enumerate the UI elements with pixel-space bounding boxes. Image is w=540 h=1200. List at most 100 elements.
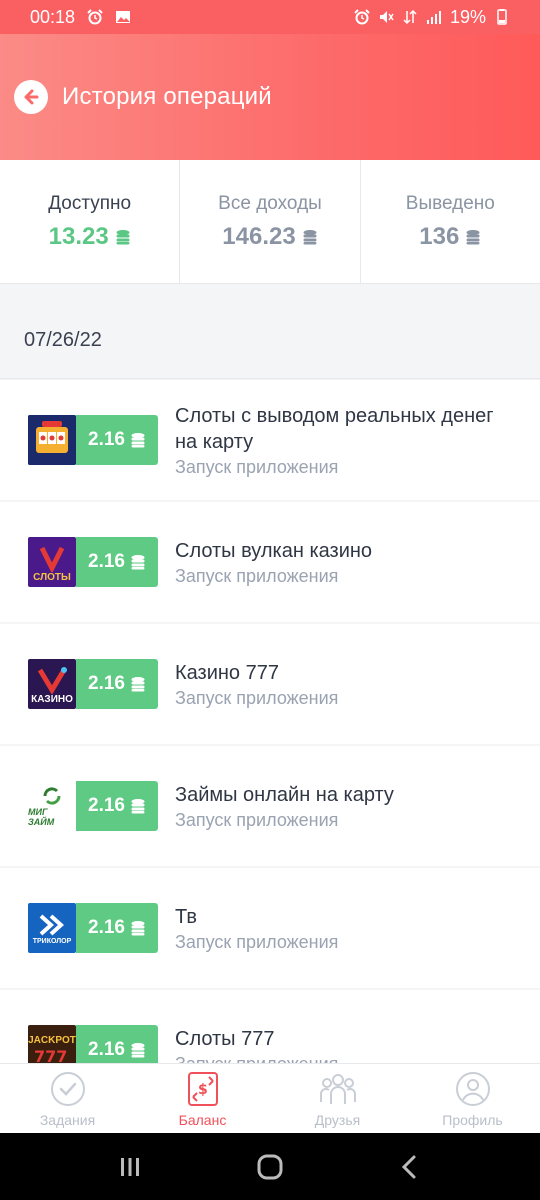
amount-value: 2.16 <box>88 429 125 450</box>
date-header: 07/26/22 <box>0 285 540 379</box>
back-arrow-icon <box>24 89 39 105</box>
coin-stack-icon <box>466 229 480 244</box>
stat-amount: 146.23 <box>222 222 296 250</box>
system-nav-bar <box>0 1133 540 1200</box>
item-subtitle: Запуск приложения <box>175 809 339 830</box>
back-button[interactable] <box>14 80 48 114</box>
nav-label: Задания <box>39 1112 96 1128</box>
amount-badge: 2.16 <box>76 1025 158 1063</box>
list-item[interactable]: КАЗИНО 2.16 Казино 777 Запуск приложения <box>0 624 540 744</box>
item-subtitle: Запуск приложения <box>175 565 339 586</box>
item-title: Слоты 777 <box>175 1027 275 1050</box>
coin-stack-icon <box>131 921 145 936</box>
friends-icon <box>319 1074 356 1104</box>
coin-stack-icon <box>131 555 145 570</box>
nav-label: Профиль <box>442 1112 503 1128</box>
amount-value: 2.16 <box>88 673 125 694</box>
coin-stack-icon <box>116 229 130 244</box>
stat-label: Все доходы <box>218 192 322 214</box>
check-circle-icon <box>50 1072 85 1106</box>
item-text: Слоты 777 Запуск приложения <box>175 1026 338 1064</box>
stat-withdrawn: Выведено 136 <box>361 160 540 283</box>
stat-value: 13.23 <box>49 223 131 251</box>
coin-stack-icon <box>131 433 145 448</box>
list-item[interactable]: JACKPOT 777 2.16 Слоты 777 Запуск прилож… <box>0 990 540 1063</box>
nav-tasks[interactable]: Задания <box>0 1064 135 1133</box>
item-subtitle: Запуск приложения <box>175 456 339 477</box>
item-text: Слоты вулкан казино Запуск приложения <box>175 538 372 587</box>
recent-apps-icon[interactable] <box>116 1153 144 1181</box>
logo-text: МИГ ЗАЙМ <box>28 807 55 827</box>
stat-available: Доступно 13.23 <box>0 160 181 283</box>
item-text: Казино 777 Запуск приложения <box>175 660 338 709</box>
nav-label: Друзья <box>314 1112 361 1128</box>
list-item[interactable]: ТРИКОЛОР 2.16 Тв Запуск приложения <box>0 868 540 988</box>
page-title: История операций <box>62 83 272 110</box>
battery-percent: 19% <box>449 6 486 27</box>
stat-amount: 13.23 <box>48 222 109 250</box>
nav-friends[interactable]: Друзья <box>270 1064 405 1133</box>
nav-balance[interactable]: $ Баланс <box>135 1064 270 1133</box>
coin-stack-icon <box>131 1043 145 1058</box>
amount-badge: 2.16 <box>76 537 158 587</box>
amount-badge: 2.16 <box>76 659 158 709</box>
coin-stack-icon <box>303 229 317 244</box>
balance-exchange-icon: $ <box>187 1072 218 1106</box>
tricolor-x-icon <box>39 914 64 935</box>
item-title: Казино 777 <box>175 661 279 684</box>
amount-value: 2.16 <box>88 795 125 816</box>
item-title: Займы онлайн на карту <box>175 783 394 806</box>
mute-icon <box>379 11 394 23</box>
nav-profile[interactable]: Профиль <box>405 1064 540 1133</box>
status-time: 00:18 <box>30 6 76 27</box>
item-title: Слоты вулкан казино <box>175 539 373 562</box>
app-logo-tricolor-icon: ТРИКОЛОР <box>28 903 76 953</box>
stat-value: 146.23 <box>222 223 317 251</box>
operations-list[interactable]: 2.16 Слоты с выводом реальных денег на к… <box>0 380 540 1063</box>
logo-text: JACKPOT <box>28 1034 76 1046</box>
list-item[interactable]: СЛОТЫ 2.16 Слоты вулкан казино Запуск пр… <box>0 502 540 622</box>
item-text: Тв Запуск приложения <box>175 904 338 953</box>
logo-text: КАЗИНО <box>31 693 73 705</box>
profile-icon <box>455 1072 490 1106</box>
nav-label: Баланс <box>178 1112 227 1128</box>
image-icon <box>116 11 131 23</box>
list-item[interactable]: 2.16 Слоты с выводом реальных денег на к… <box>0 380 540 500</box>
stat-amount: 136 <box>419 222 460 250</box>
stat-total-income: Все доходы 146.23 <box>180 160 361 283</box>
item-title: Слоты с выводом реальных денег на карту <box>175 404 494 453</box>
app-logo-casino-icon: КАЗИНО <box>28 659 76 709</box>
alarm-icon <box>354 9 370 25</box>
vulkan-v-icon <box>39 546 65 572</box>
item-title: Тв <box>175 905 197 928</box>
battery-icon <box>497 9 507 25</box>
item-text: Слоты с выводом реальных денег на карту … <box>175 403 495 478</box>
amount-value: 2.16 <box>88 551 125 572</box>
app-header: История операций <box>0 34 540 160</box>
status-bar: 00:18 19% <box>0 0 540 34</box>
item-text: Займы онлайн на карту Запуск приложения <box>175 782 394 831</box>
amount-badge: 2.16 <box>76 781 158 831</box>
signal-icon <box>426 11 441 24</box>
balance-stats: Доступно 13.23 Все доходы 146.23 Выведен… <box>0 160 540 284</box>
coin-stack-icon <box>131 799 145 814</box>
item-subtitle: Запуск приложения <box>175 931 339 952</box>
list-item[interactable]: МИГ ЗАЙМ 2.16 Займы онлайн на карту Запу… <box>0 746 540 866</box>
sevens-icon: 777 <box>34 1047 67 1064</box>
bottom-navigation: Задания $ Баланс Друзья Профиль <box>0 1063 540 1133</box>
item-subtitle: Запуск приложения <box>175 687 339 708</box>
back-nav-icon[interactable] <box>396 1153 424 1181</box>
refresh-circle-icon <box>43 787 61 805</box>
coin-stack-icon <box>131 677 145 692</box>
app-logo-mig-zaim-icon: МИГ ЗАЙМ <box>28 781 76 831</box>
casino-v-icon <box>37 666 67 694</box>
amount-badge: 2.16 <box>76 903 158 953</box>
item-subtitle: Запуск приложения <box>175 1054 338 1064</box>
app-logo-vulkan-icon: СЛОТЫ <box>28 537 76 587</box>
alarm-icon <box>87 9 103 25</box>
home-icon[interactable] <box>255 1152 285 1182</box>
logo-text: ТРИКОЛОР <box>32 937 72 945</box>
amount-value: 2.16 <box>88 917 125 938</box>
svg-text:$: $ <box>198 1082 208 1098</box>
app-logo-jackpot-icon: JACKPOT 777 <box>28 1025 76 1063</box>
